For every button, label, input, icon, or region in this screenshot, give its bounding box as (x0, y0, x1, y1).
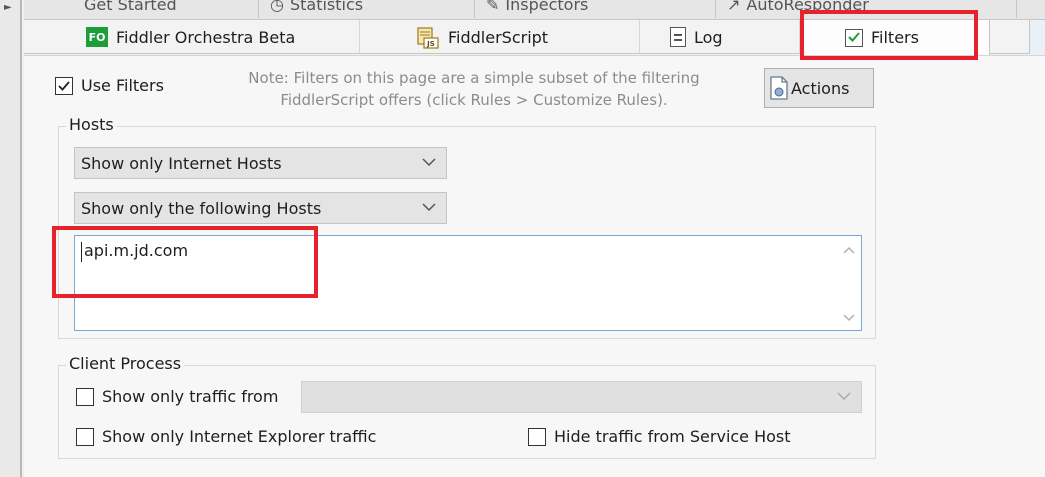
following-hosts-select[interactable]: Show only the following Hosts (74, 192, 447, 224)
tab-fiddlerscript[interactable]: JS FiddlerScript (360, 20, 640, 54)
tab-label: AutoResponder (746, 0, 869, 14)
scroll-up-icon[interactable] (843, 246, 855, 254)
ie-only-checkbox[interactable]: Show only Internet Explorer traffic (76, 427, 376, 446)
tab-filters[interactable]: Filters (800, 20, 990, 55)
svg-text:JS: JS (426, 40, 435, 48)
hosts-group-label: Hosts (66, 115, 117, 134)
top-tabstrip: Get Started ◷ Statistics ✎ Inspectors ↗ … (24, 0, 1045, 20)
tab-label: Filters (871, 28, 919, 47)
filters-note: Note: Filters on this page are a simple … (214, 67, 734, 111)
checkbox-box[interactable] (55, 76, 73, 95)
client-process-group-label: Client Process (66, 354, 185, 373)
chevron-down-icon (422, 158, 436, 167)
process-select[interactable] (301, 381, 862, 413)
tab-inspectors[interactable]: ✎ Inspectors (476, 0, 716, 18)
left-rail: ► (0, 0, 22, 477)
actions-doc-icon (770, 76, 788, 100)
hosts-list-textarea[interactable]: api.m.jd.com (74, 235, 862, 331)
collapse-arrow-icon[interactable]: ► (4, 2, 12, 13)
overflow-tab-icon[interactable] (1029, 20, 1045, 54)
select-value: Show only Internet Hosts (81, 153, 282, 173)
script-js-icon: JS (417, 27, 439, 49)
tab-statistics[interactable]: ◷ Statistics (260, 0, 475, 18)
chevron-down-icon (422, 203, 436, 212)
actions-button[interactable]: Actions (764, 68, 874, 108)
tab-label: Get Started (84, 0, 177, 14)
tab-label: Inspectors (505, 0, 589, 14)
tab-get-started[interactable]: Get Started (74, 0, 259, 18)
show-only-traffic-from-checkbox[interactable]: Show only traffic from (76, 387, 278, 406)
actions-label: Actions (791, 78, 850, 98)
stopwatch-icon: ◷ (270, 0, 284, 14)
scroll-down-icon[interactable] (843, 314, 855, 322)
hide-service-host-label: Hide traffic from Service Host (554, 427, 791, 446)
tabstrip: FO Fiddler Orchestra Beta JS FiddlerScri… (24, 20, 1045, 55)
lightning-icon: ↗ (727, 0, 741, 14)
fo-badge-icon: FO (86, 27, 108, 47)
tab-log[interactable]: Log (640, 20, 800, 54)
use-filters-label: Use Filters (81, 76, 164, 95)
note-line-1: Note: Filters on this page are a simple … (248, 69, 700, 87)
ie-only-label: Show only Internet Explorer traffic (102, 427, 377, 446)
tab-label: Log (694, 27, 723, 47)
use-filters-checkbox[interactable]: Use Filters (55, 76, 164, 95)
internet-hosts-select[interactable]: Show only Internet Hosts (74, 147, 447, 179)
tab-fiddler-orchestra[interactable]: FO Fiddler Orchestra Beta (74, 20, 360, 54)
tab-label: Statistics (289, 0, 364, 14)
hosts-list-value: api.m.jd.com (84, 241, 189, 260)
inspect-icon: ✎ (486, 0, 500, 14)
select-value: Show only the following Hosts (81, 198, 322, 218)
chevron-down-icon (837, 392, 851, 401)
filters-panel: Use Filters Note: Filters on this page a… (24, 55, 1045, 477)
tab-autoresponder[interactable]: ↗ AutoResponder (717, 0, 1017, 18)
show-only-traffic-from-label: Show only traffic from (102, 387, 279, 406)
filters-check-icon (845, 28, 863, 47)
text-cursor (81, 241, 82, 262)
checkbox-box[interactable] (76, 427, 94, 446)
note-line-2: FiddlerScript offers (click Rules > Cust… (280, 91, 668, 109)
log-icon (670, 27, 686, 47)
checkbox-box[interactable] (528, 427, 546, 446)
hosts-list-scrollbar[interactable] (837, 236, 861, 330)
checkbox-box[interactable] (76, 387, 94, 406)
tab-label: FiddlerScript (448, 27, 549, 47)
hide-service-host-checkbox[interactable]: Hide traffic from Service Host (528, 427, 791, 446)
tab-label: Fiddler Orchestra Beta (116, 27, 296, 47)
